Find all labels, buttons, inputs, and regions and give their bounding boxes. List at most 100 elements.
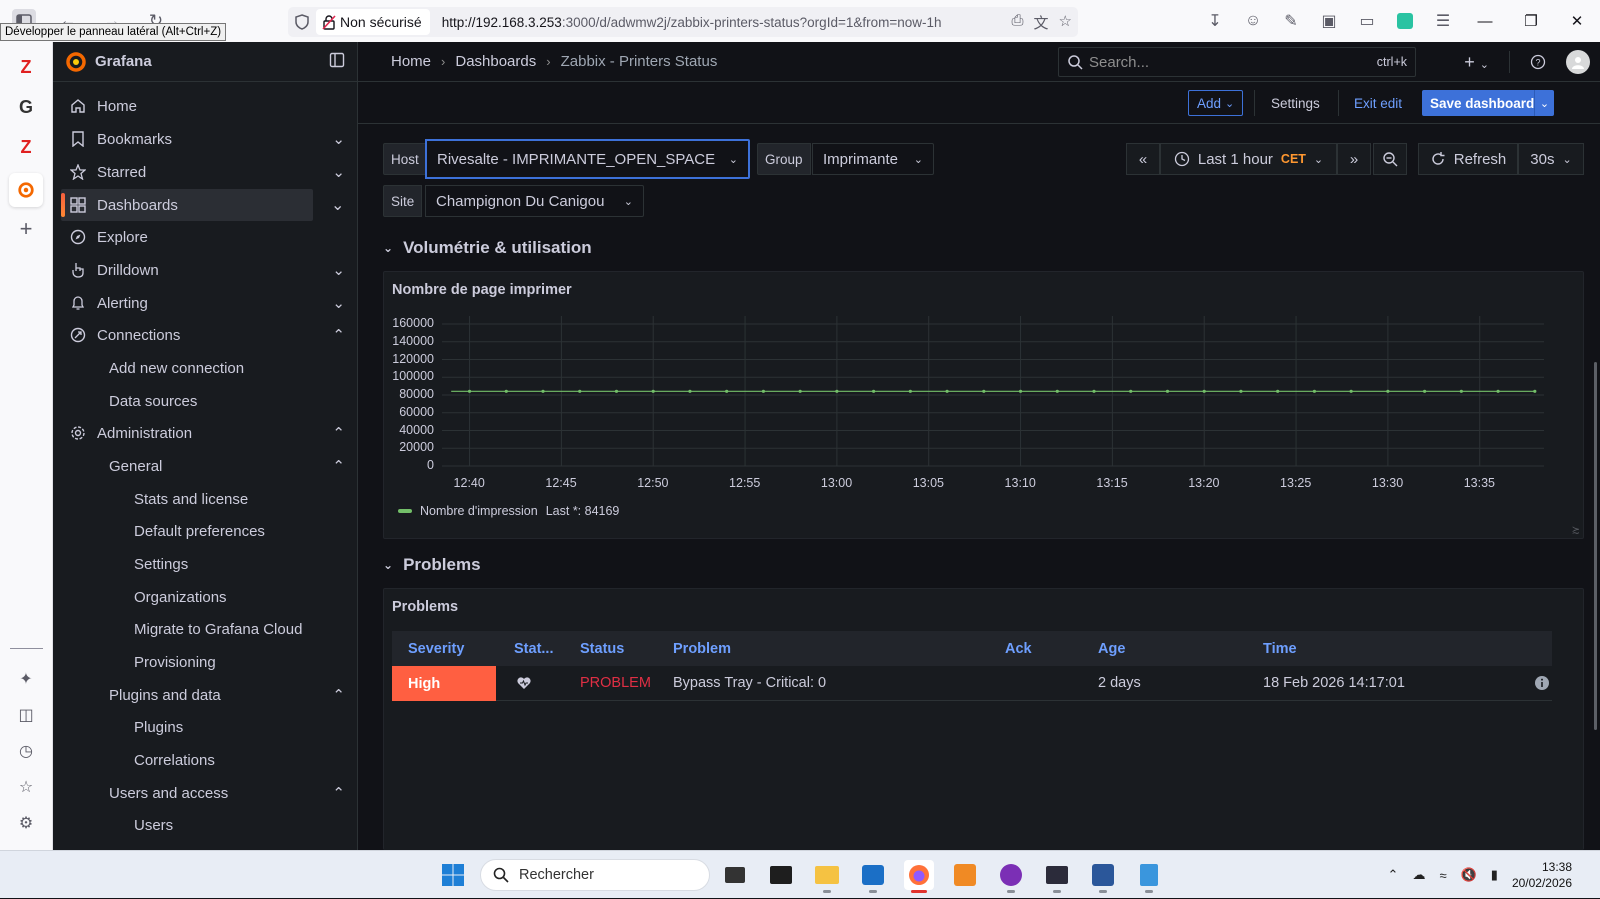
chevron-down-icon[interactable]: ⌄	[332, 123, 345, 155]
terminal-app-icon[interactable]	[766, 860, 796, 890]
line-chart[interactable]	[384, 272, 1585, 540]
zabbix-app-icon[interactable]: Z	[9, 50, 43, 84]
ai-sparkle-icon[interactable]: ✦	[9, 662, 43, 696]
search-input[interactable]: Search... ctrl+k	[1058, 47, 1416, 77]
not-secure-badge[interactable]: Non sécurisé	[316, 9, 430, 35]
main-scrollbar[interactable]	[1594, 362, 1597, 730]
zoom-out-button[interactable]	[1373, 143, 1407, 175]
minimize-icon[interactable]: —	[1462, 13, 1508, 30]
nav-item-settings[interactable]: Settings	[134, 548, 344, 580]
word-app-icon[interactable]	[1088, 860, 1118, 893]
chevron-up-icon[interactable]: ⌃	[332, 777, 345, 809]
url-bar[interactable]: Non sécurisé http://192.168.3.253:3000/d…	[288, 7, 1078, 37]
google-app-icon[interactable]: G	[9, 90, 43, 124]
avatar[interactable]	[1566, 50, 1590, 74]
dock-menu-icon[interactable]	[329, 52, 345, 68]
nav-item-bookmarks[interactable]: Bookmarks ⌄	[69, 123, 349, 155]
breadcrumb-home[interactable]: Home	[391, 53, 431, 70]
nav-item-correlations[interactable]: Correlations	[134, 744, 344, 776]
column-ack[interactable]: Ack	[1005, 641, 1032, 657]
nav-item-data-sources[interactable]: Data sources	[109, 385, 349, 417]
save-dashboard-button[interactable]: Save dashboard	[1422, 90, 1543, 116]
taskbar-search[interactable]: Rechercher	[480, 859, 710, 891]
column-stat[interactable]: Stat...	[514, 641, 553, 657]
host-variable-select[interactable]: Rivesalte - IMPRIMANTE_OPEN_SPACE ⌄	[425, 139, 750, 179]
nav-item-provisioning[interactable]: Provisioning	[134, 646, 344, 678]
chevron-down-icon[interactable]: ⌄	[332, 287, 345, 319]
nav-item-connections[interactable]: Connections ⌃	[69, 319, 349, 351]
bookmark-star-icon[interactable]: ☆	[1059, 12, 1072, 33]
column-age[interactable]: Age	[1098, 641, 1125, 657]
exit-edit-button[interactable]: Exit edit	[1354, 90, 1402, 116]
container-icon[interactable]: ▣	[1310, 11, 1348, 31]
history-icon[interactable]: ◷	[9, 734, 43, 768]
notepad-app-icon[interactable]	[1134, 860, 1164, 893]
resize-handle-icon[interactable]: ≿	[1572, 525, 1580, 536]
column-severity[interactable]: Severity	[408, 641, 464, 657]
grafana-app-icon[interactable]	[9, 173, 43, 207]
synced-tabs-icon[interactable]: ◫	[9, 698, 43, 732]
nav-item-users[interactable]: Users	[134, 809, 344, 841]
nav-item-migrate[interactable]: Migrate to Grafana Cloud	[134, 613, 344, 645]
extension-app-icon[interactable]	[1386, 13, 1424, 29]
grafana-logo-icon[interactable]	[65, 51, 87, 73]
row-volumetrie[interactable]: ⌄ Volumétrie & utilisation	[383, 238, 592, 258]
time-shift-back-button[interactable]: «	[1126, 143, 1160, 175]
chart-legend[interactable]: Nombre d'impression Last *: 84169	[398, 504, 619, 518]
settings-gear-icon[interactable]: ⚙	[9, 806, 43, 840]
wifi-icon[interactable]: ≈	[1439, 868, 1446, 883]
app-icon-purple[interactable]	[996, 860, 1026, 893]
nav-item-general[interactable]: General ⌃	[109, 450, 349, 482]
column-problem[interactable]: Problem	[673, 641, 731, 657]
menu-icon[interactable]: ☰	[1424, 11, 1462, 31]
group-variable-select[interactable]: Imprimante ⌄	[812, 143, 934, 175]
chart-panel[interactable]: Nombre de page imprimer 160000 140000 1200…	[383, 271, 1584, 539]
row-problems[interactable]: ⌄ Problems	[383, 555, 481, 575]
nav-item-plugins-and-data[interactable]: Plugins and data ⌃	[109, 679, 349, 711]
battery-icon[interactable]: ▮	[1491, 867, 1498, 883]
chevron-up-icon[interactable]: ⌃	[332, 679, 345, 711]
chevron-down-icon[interactable]: ⌄	[332, 254, 345, 286]
downloads-icon[interactable]: ↧	[1196, 11, 1234, 31]
refresh-button[interactable]: Refresh	[1418, 143, 1518, 175]
add-panel-icon[interactable]: +	[9, 212, 43, 246]
nav-item-administration[interactable]: Administration ⌃	[69, 417, 349, 449]
breadcrumb-dashboards[interactable]: Dashboards	[455, 53, 536, 70]
restore-icon[interactable]: ❐	[1508, 12, 1554, 30]
save-options-chevron-icon[interactable]: ⌄	[1534, 90, 1554, 116]
chevron-up-icon[interactable]: ⌃	[332, 319, 345, 351]
app-icon-orange[interactable]	[950, 860, 980, 890]
translate-icon[interactable]: 文	[1034, 12, 1049, 33]
extensions-icon[interactable]: ✎	[1272, 11, 1310, 31]
time-range-picker[interactable]: Last 1 hour CET ⌄	[1160, 143, 1337, 175]
bookmarks-icon[interactable]: ☆	[9, 770, 43, 804]
new-plus-icon[interactable]: + ⌄	[1464, 52, 1489, 73]
file-explorer-icon[interactable]	[812, 860, 842, 893]
zabbix-app-icon-2[interactable]: Z	[9, 130, 43, 164]
nav-item-stats-and-license[interactable]: Stats and license	[134, 483, 344, 515]
info-icon[interactable]	[1534, 675, 1550, 691]
close-icon[interactable]: ✕	[1554, 12, 1600, 30]
add-button[interactable]: Add ⌄	[1188, 90, 1244, 116]
outlook-app-icon[interactable]	[858, 860, 888, 893]
time-shift-forward-button[interactable]: »	[1337, 143, 1371, 175]
nav-item-explore[interactable]: Explore	[69, 221, 314, 253]
problems-panel[interactable]: Problems Severity Stat... Status Problem…	[383, 588, 1584, 850]
windows-start-icon[interactable]	[438, 860, 468, 890]
tab-view-icon[interactable]: ▭	[1348, 11, 1386, 31]
account-icon[interactable]: ☺	[1234, 12, 1272, 30]
chevron-up-icon[interactable]: ⌃	[332, 417, 345, 449]
nav-item-alerting[interactable]: Alerting ⌄	[69, 287, 349, 319]
nav-item-plugins[interactable]: Plugins	[134, 711, 344, 743]
dashboards-chevron-down-icon[interactable]: ⌄	[331, 189, 349, 221]
column-status[interactable]: Status	[580, 641, 624, 657]
task-view-icon[interactable]	[720, 860, 750, 890]
problem-text[interactable]: Bypass Tray - Critical: 0	[673, 675, 826, 691]
column-time[interactable]: Time	[1263, 641, 1297, 657]
nav-item-add-new-connection[interactable]: Add new connection	[109, 352, 349, 384]
powershell-app-icon[interactable]	[1042, 860, 1072, 893]
nav-item-dashboards[interactable]: Dashboards	[61, 189, 313, 221]
nav-item-organizations[interactable]: Organizations	[134, 581, 344, 613]
help-icon[interactable]: ?	[1530, 54, 1546, 70]
onedrive-icon[interactable]: ☁	[1412, 867, 1425, 883]
